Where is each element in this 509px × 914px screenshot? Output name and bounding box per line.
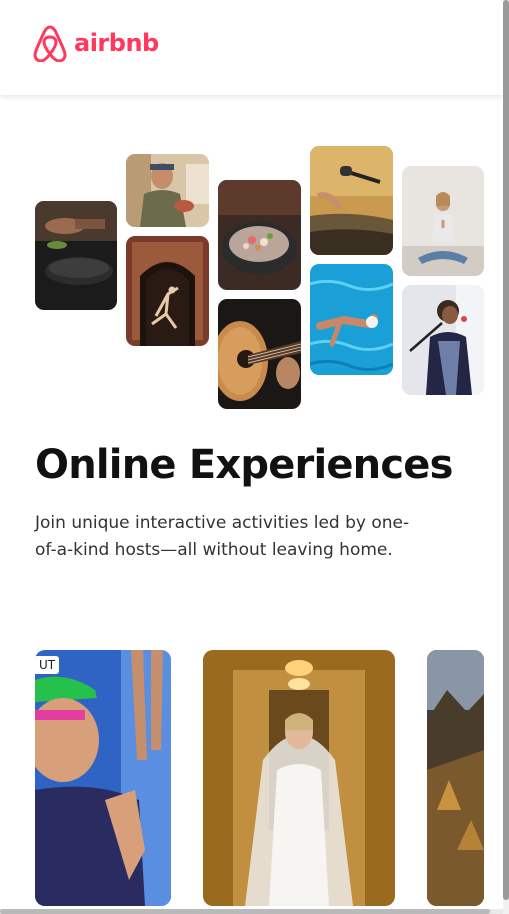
- experience-card-bride[interactable]: [203, 650, 395, 906]
- athlete-swim-cap-photo: [35, 650, 171, 906]
- chef-portrait-photo: [126, 154, 209, 227]
- experience-card-mountain[interactable]: [427, 650, 484, 906]
- yoga-photo: [402, 166, 484, 276]
- card-badge: UT: [35, 656, 60, 674]
- experience-card-athlete[interactable]: UT: [35, 650, 171, 906]
- page-title: Online Experiences: [35, 442, 453, 488]
- bride-veil-photo: [203, 650, 395, 906]
- airbnb-belo-icon: [33, 25, 67, 62]
- horizontal-scrollbar-thumb[interactable]: [0, 909, 490, 914]
- mountain-landscape-photo: [427, 650, 484, 906]
- singer-photo: [402, 285, 484, 395]
- horizontal-scrollbar[interactable]: [0, 909, 503, 914]
- vertical-scrollbar-thumb[interactable]: [503, 0, 509, 900]
- page-subtitle: Join unique interactive activities led b…: [35, 513, 410, 560]
- microphone-photo: [310, 146, 393, 255]
- dancer-archway-photo: [126, 236, 209, 346]
- top-header: airbnb: [0, 0, 503, 95]
- airbnb-logo[interactable]: airbnb: [32, 24, 159, 62]
- swimmer-photo: [310, 264, 393, 375]
- food-bowl-photo: [218, 180, 301, 290]
- vertical-scrollbar[interactable]: [503, 0, 509, 914]
- cooking-photo: [35, 201, 117, 310]
- brand-wordmark: airbnb: [74, 29, 159, 57]
- guitar-photo: [218, 299, 301, 409]
